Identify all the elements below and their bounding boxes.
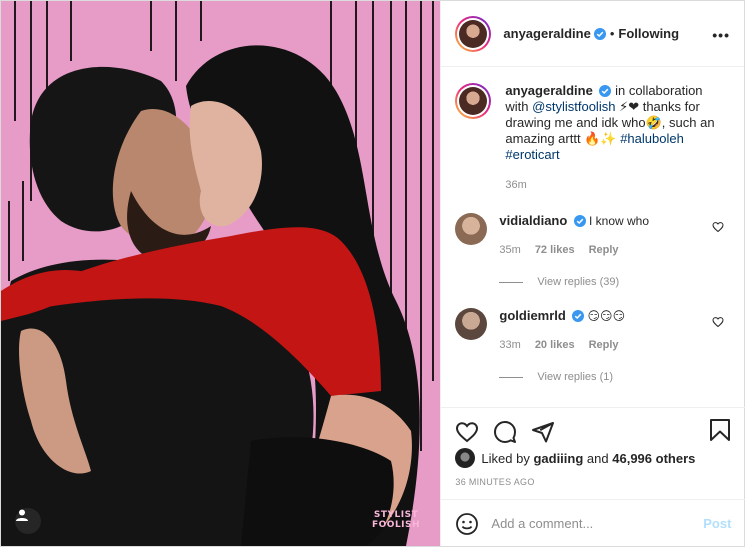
hashtag-eroticart[interactable]: #eroticart bbox=[505, 147, 559, 162]
person-icon bbox=[16, 509, 28, 521]
following-button[interactable]: Following bbox=[618, 26, 679, 41]
comment-text: 😏😏😏 bbox=[587, 309, 626, 323]
caption-time[interactable]: 36m bbox=[505, 177, 727, 193]
post-sidebar: anyageraldine • Following ••• anyagerald… bbox=[440, 1, 745, 547]
commenter-username[interactable]: vidialdiano bbox=[499, 213, 567, 228]
comment-item: goldiemrld 😏😏😏 33m 20 likes Reply View r… bbox=[455, 308, 730, 383]
post-image[interactable]: STYLIST FOOLISH bbox=[1, 1, 441, 546]
comments-section: anyageraldine in collaboration with @sty… bbox=[441, 67, 744, 407]
more-options-icon[interactable]: ••• bbox=[712, 27, 730, 43]
verified-badge-icon bbox=[599, 85, 612, 97]
comment-time[interactable]: 35m bbox=[499, 244, 520, 256]
verified-badge-icon bbox=[593, 27, 606, 40]
view-replies-label: View replies (1) bbox=[537, 371, 614, 383]
commenter-username[interactable]: goldiemrld bbox=[499, 308, 565, 323]
emoji-bolt-heart: ⚡❤ bbox=[619, 99, 640, 114]
artist-watermark: STYLIST FOOLISH bbox=[372, 510, 420, 530]
commenter-avatar[interactable] bbox=[455, 213, 488, 245]
verified-badge-icon bbox=[573, 215, 586, 227]
watermark-line-2: FOOLISH bbox=[372, 520, 421, 530]
post-header: anyageraldine • Following ••• bbox=[441, 1, 744, 67]
replies-divider bbox=[499, 281, 524, 283]
view-replies-button[interactable]: View replies (39) bbox=[499, 276, 649, 288]
hashtag-haluboleh[interactable]: #haluboleh bbox=[620, 131, 684, 146]
tagged-users-icon[interactable] bbox=[15, 508, 41, 534]
comment-time[interactable]: 33m bbox=[499, 339, 520, 351]
mention-link[interactable]: @stylistfoolish bbox=[532, 99, 615, 114]
replies-divider bbox=[499, 376, 524, 378]
liker-username[interactable]: gadiiing bbox=[533, 451, 583, 466]
reply-button[interactable]: Reply bbox=[589, 339, 619, 351]
author-avatar[interactable] bbox=[455, 15, 492, 52]
reply-button[interactable]: Reply bbox=[589, 244, 619, 256]
instagram-post-modal: STYLIST FOOLISH anyageraldine • Followin… bbox=[0, 0, 745, 547]
comment-input[interactable]: Add a comment... bbox=[491, 516, 703, 531]
like-comment-heart-icon[interactable] bbox=[712, 316, 724, 328]
comment-likes[interactable]: 20 likes bbox=[535, 339, 575, 351]
likes-count[interactable]: 46,996 others bbox=[612, 451, 695, 466]
liker-avatar[interactable] bbox=[455, 448, 476, 468]
like-heart-icon[interactable] bbox=[455, 420, 479, 444]
watermark-line-1: STYLIST bbox=[373, 510, 419, 520]
view-replies-button[interactable]: View replies (1) bbox=[499, 371, 625, 383]
commenter-avatar[interactable] bbox=[455, 308, 488, 340]
view-replies-label: View replies (39) bbox=[537, 276, 620, 288]
likes-and: and bbox=[586, 450, 609, 466]
caption-avatar[interactable] bbox=[455, 83, 492, 119]
verified-badge-icon bbox=[572, 310, 585, 322]
emoji-laugh: 🤣 bbox=[645, 115, 662, 130]
share-send-icon[interactable] bbox=[531, 420, 555, 444]
save-bookmark-icon[interactable] bbox=[709, 418, 731, 442]
header-separator: • bbox=[609, 26, 615, 41]
likes-summary: Liked by gadiiing and 46,996 others bbox=[455, 448, 695, 468]
caption: anyageraldine in collaboration with @sty… bbox=[455, 83, 730, 193]
caption-text: anyageraldine in collaboration with @sty… bbox=[505, 83, 727, 193]
post-button[interactable]: Post bbox=[703, 516, 731, 531]
emoji-smiley-icon[interactable] bbox=[455, 512, 479, 536]
like-comment-heart-icon[interactable] bbox=[712, 221, 724, 233]
comment-meta: 35m 72 likes Reply bbox=[499, 244, 649, 256]
artwork-illustration bbox=[1, 1, 434, 546]
comment-text: I know who bbox=[589, 214, 650, 228]
post-timestamp[interactable]: 36 MINUTES AGO bbox=[455, 477, 534, 487]
caption-username[interactable]: anyageraldine bbox=[505, 83, 592, 98]
liked-by-prefix: Liked by bbox=[481, 450, 530, 466]
author-username[interactable]: anyageraldine bbox=[503, 26, 590, 41]
emoji-fire-sparkle: 🔥✨ bbox=[584, 131, 617, 146]
add-comment-bar: Add a comment... Post bbox=[441, 499, 745, 547]
comment-meta: 33m 20 likes Reply bbox=[499, 339, 625, 351]
comment-likes[interactable]: 72 likes bbox=[535, 244, 575, 256]
comment-item: vidialdiano I know who 35m 72 likes Repl… bbox=[455, 213, 730, 288]
comment-bubble-icon[interactable] bbox=[493, 420, 517, 444]
